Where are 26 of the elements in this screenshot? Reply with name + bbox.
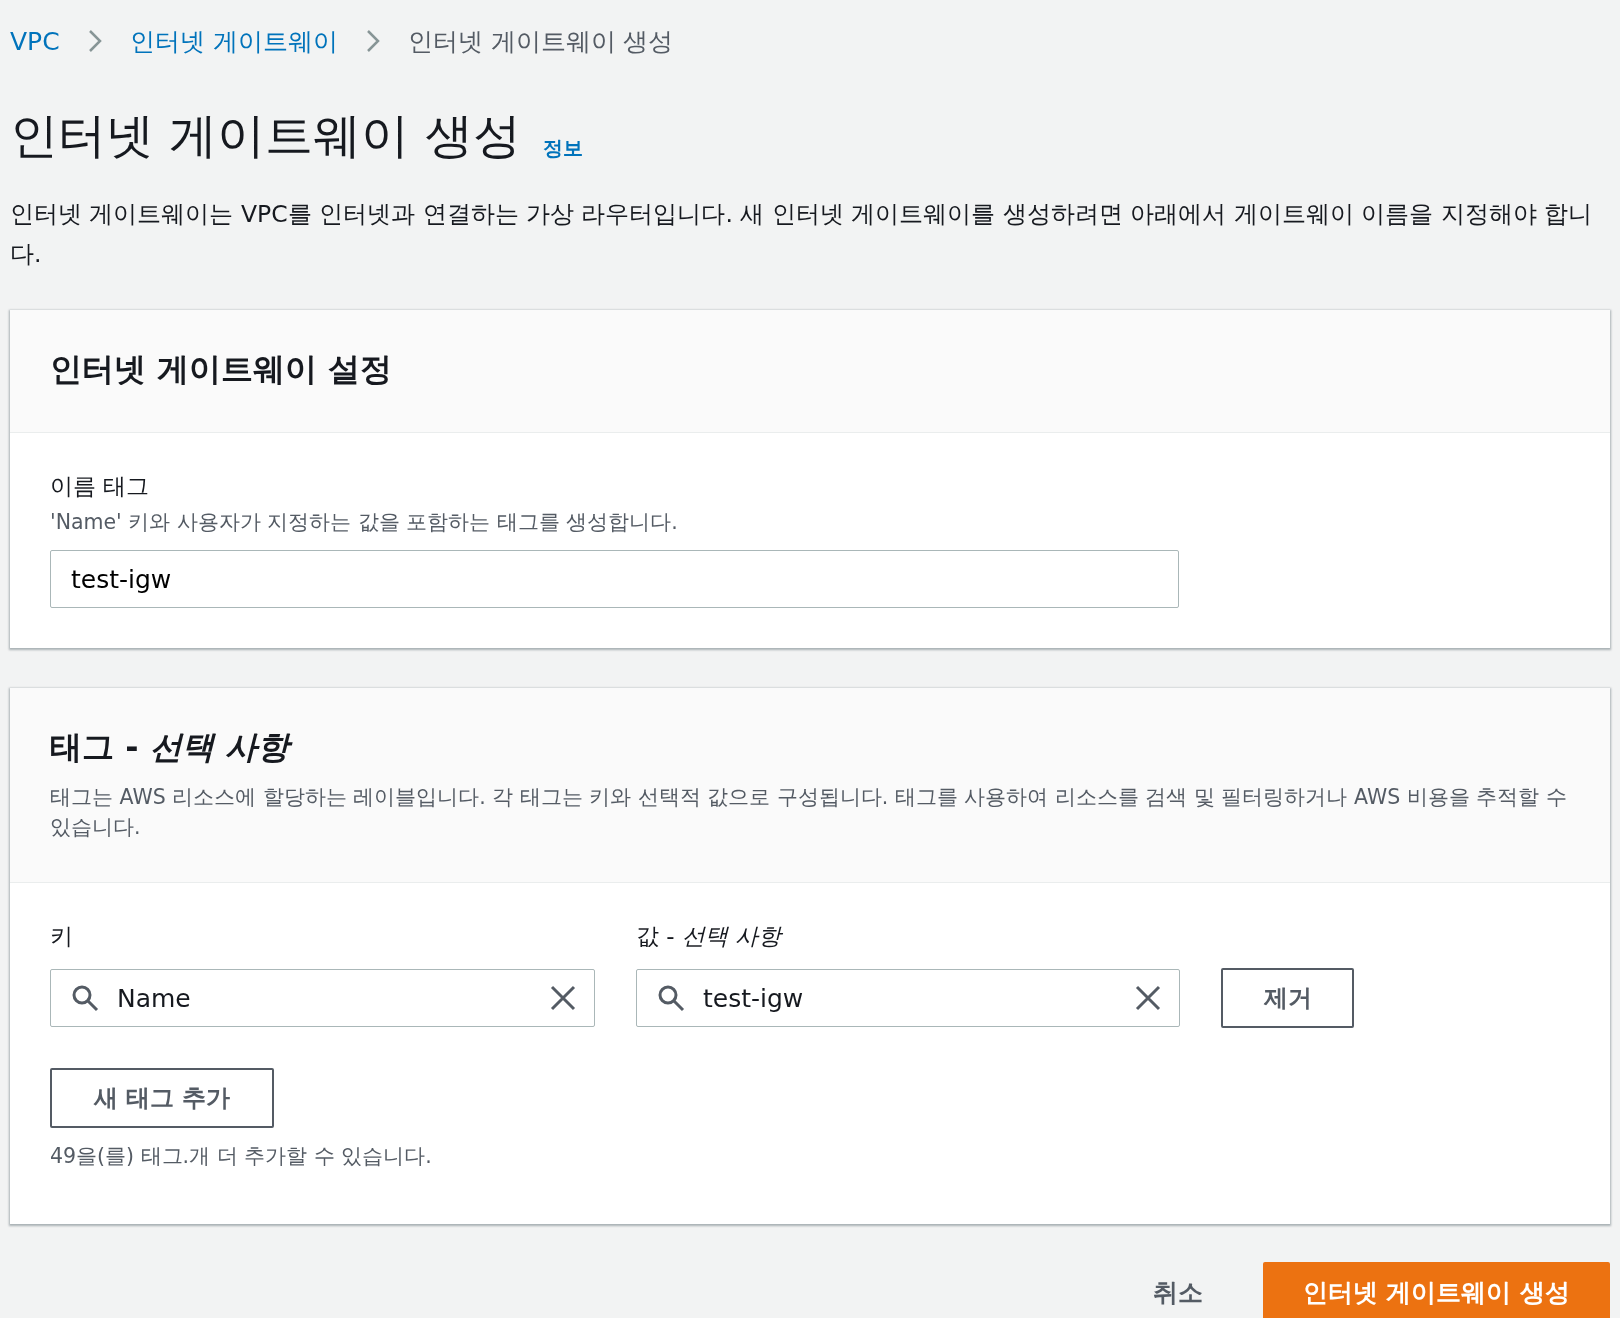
card-description: 태그는 AWS 리소스에 할당하는 레이블입니다. 각 태그는 키와 선택적 값으로 구성됩니다. 태그를 사용하여 리소스를 검색 및 필터링하거나 AWS 비용을 추적할 수 있습니다.	[50, 784, 1568, 841]
search-icon	[71, 984, 99, 1012]
chevron-right-icon	[365, 29, 380, 53]
search-icon	[657, 984, 685, 1012]
cancel-button[interactable]: 취소	[1132, 1275, 1223, 1309]
value-search-field[interactable]: test-igw	[636, 969, 1180, 1027]
remove-button[interactable]: 제거	[1221, 968, 1354, 1028]
field-label: 이름 태그	[50, 472, 151, 501]
chevron-right-icon	[87, 29, 102, 53]
info-link[interactable]: 정보	[542, 135, 583, 168]
name-tag-input[interactable]: test-igw	[50, 550, 1179, 608]
breadcrumb-link[interactable]: VPC	[10, 26, 60, 56]
card-title: 태그 - 선택 사항	[50, 726, 1570, 770]
page-title: 인터넷 게이트웨이 생성	[10, 106, 521, 165]
tag-limit-note: 49을(를) 태그.개 더 추가할 수 있습니다.	[50, 1143, 433, 1170]
clear-icon[interactable]	[550, 985, 576, 1011]
value-label: 값 - 선택 사항	[636, 922, 784, 951]
card-title: 인터넷 게이트웨이 설정	[50, 349, 394, 390]
key-label: 키	[50, 922, 74, 951]
breadcrumb-current: 인터넷 게이트웨이 생성	[407, 25, 674, 58]
add-tag-button[interactable]: 새 태그 추가	[50, 1068, 274, 1128]
field-hint: 'Name' 키와 사용자가 지정하는 값을 포함하는 태그를 생성합니다.	[50, 509, 679, 536]
page-description: 인터넷 게이트웨이는 VPC를 인터넷과 연결하는 가상 라우터입니다. 새 인터넷 게이트웨이를 생성하려면 아래에서 게이트웨이 이름을 지정해야 합니다.	[10, 199, 1594, 270]
key-search-field[interactable]: Name	[50, 969, 595, 1027]
breadcrumb-link[interactable]: 인터넷 게이트웨이	[129, 24, 338, 58]
clear-icon[interactable]	[1135, 985, 1161, 1011]
